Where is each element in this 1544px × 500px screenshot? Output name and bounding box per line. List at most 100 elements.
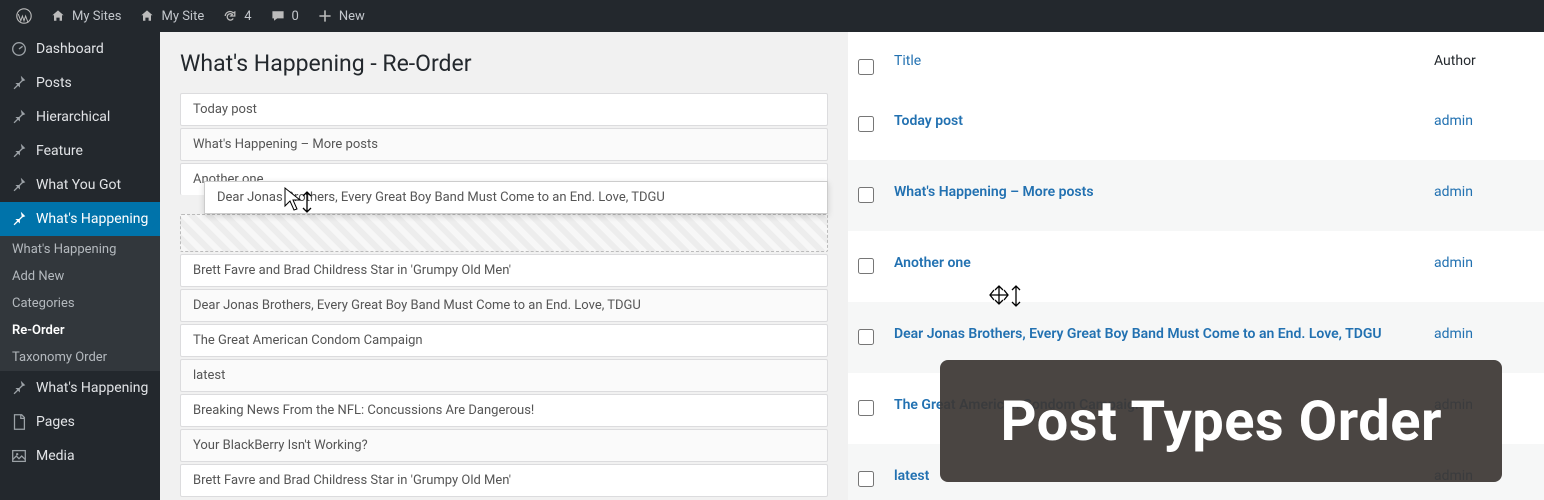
list-item[interactable]: Today post [180,93,828,126]
post-title-link[interactable]: Today post [894,113,963,129]
post-author-link[interactable]: admin [1434,113,1473,129]
pin-icon [10,379,28,397]
row-checkbox[interactable] [858,400,874,416]
pin-icon [10,176,28,194]
sidebar-item-label: What's Happening [12,242,116,257]
reorder-panel: What's Happening - Re-Order Today post W… [160,32,848,500]
sidebar-sub-taxonomyorder[interactable]: Taxonomy Order [0,344,160,371]
media-icon [10,447,28,465]
list-item[interactable]: Brett Favre and Brad Childress Star in '… [180,254,828,287]
new-label: New [339,9,365,24]
house-icon [139,8,155,24]
select-all-checkbox[interactable] [858,59,874,75]
row-checkbox[interactable] [858,329,874,345]
sidebar-item-whatyougot[interactable]: What You Got [0,168,160,202]
sidebar-item-label: Feature [36,143,83,159]
dashboard-icon [10,40,28,58]
my-sites-label: My Sites [72,9,121,24]
list-item-title: Your BlackBerry Isn't Working? [193,438,368,453]
comment-icon [270,8,286,24]
table-row[interactable]: Today post admin [848,89,1544,160]
my-sites-link[interactable]: My Sites [42,0,129,32]
comments-link[interactable]: 0 [262,0,307,32]
updates-link[interactable]: 4 [214,0,259,32]
list-item-title: Breaking News From the NFL: Concussions … [193,403,534,418]
pin-icon [10,210,28,228]
sidebar-item-pages[interactable]: Pages [0,405,160,439]
pin-icon [10,142,28,160]
sidebar-item-label: What's Happening [36,211,148,227]
banner-text: Post Types Order [1000,388,1442,454]
sidebar-sub-categories[interactable]: Categories [0,290,160,317]
column-label: Title [894,53,921,69]
column-author-header[interactable]: Author [1424,32,1544,89]
refresh-icon [222,8,238,24]
post-author-link[interactable]: admin [1434,326,1473,342]
banner-overlay: Post Types Order [940,360,1502,482]
list-item[interactable]: Brett Favre and Brad Childress Star in '… [180,464,828,497]
sidebar-item-label: What's Happening [36,380,148,396]
table-row[interactable]: What's Happening – More posts admin [848,160,1544,231]
post-author-link[interactable]: admin [1434,255,1473,271]
sidebar-item-whatshappening-2[interactable]: What's Happening [0,371,160,405]
plus-icon [317,8,333,24]
sidebar-sub-reorder[interactable]: Re-Order [0,317,160,344]
column-title-header[interactable]: Title [884,32,1424,89]
row-checkbox[interactable] [858,471,874,487]
list-item-title: latest [193,368,225,383]
admin-bar: My Sites My Site 4 0 New [0,0,1544,32]
wp-logo[interactable] [8,0,40,32]
post-title-link[interactable]: Dear Jonas Brothers, Every Great Boy Ban… [894,326,1382,342]
sidebar-item-label: Media [36,448,75,464]
my-site-link[interactable]: My Site [131,0,212,32]
sidebar-item-label: Taxonomy Order [12,350,107,365]
admin-sidebar: Dashboard Posts Hierarchical Feature Wha… [0,32,160,500]
sidebar-sub-addnew[interactable]: Add New [0,263,160,290]
post-title-link[interactable]: What's Happening – More posts [894,184,1094,200]
list-item[interactable]: Your BlackBerry Isn't Working? [180,429,828,462]
list-item[interactable]: latest [180,359,828,392]
post-author-link[interactable]: admin [1434,184,1473,200]
list-item[interactable]: What's Happening – More posts [180,128,828,161]
list-item[interactable]: The Great American Condom Campaign [180,324,828,357]
list-item-title: Dear Jonas Brothers, Every Great Boy Ban… [193,298,641,313]
sidebar-item-label: Dashboard [36,41,104,57]
table-row[interactable]: Another one admin [848,231,1544,302]
sidebar-item-dashboard[interactable]: Dashboard [0,32,160,66]
new-link[interactable]: New [309,0,373,32]
sidebar-submenu: What's Happening Add New Categories Re-O… [0,236,160,371]
updates-count: 4 [244,9,251,24]
sidebar-item-label: Re-Order [12,323,65,338]
sidebar-item-label: Posts [36,75,72,91]
list-item[interactable]: Breaking News From the NFL: Concussions … [180,394,828,427]
list-item-title: The Great American Condom Campaign [193,333,423,348]
page-title: What's Happening - Re-Order [180,50,828,77]
row-checkbox[interactable] [858,258,874,274]
list-item-title: Brett Favre and Brad Childress Star in '… [193,473,511,488]
my-site-label: My Site [161,9,204,24]
list-placeholder [180,214,828,252]
wordpress-icon [16,8,32,24]
sidebar-item-feature[interactable]: Feature [0,134,160,168]
page-icon [10,413,28,431]
sidebar-item-label: Add New [12,269,64,284]
list-item-title: Today post [193,102,257,117]
row-checkbox[interactable] [858,187,874,203]
sidebar-item-label: What You Got [36,177,121,193]
sidebar-item-media[interactable]: Media [0,439,160,473]
sidebar-item-label: Pages [36,414,75,430]
list-item-title: Brett Favre and Brad Childress Star in '… [193,263,511,278]
sidebar-item-label: Hierarchical [36,109,110,125]
sidebar-item-whatshappening[interactable]: What's Happening [0,202,160,236]
sidebar-item-hierarchical[interactable]: Hierarchical [0,100,160,134]
sidebar-sub-whatshappening[interactable]: What's Happening [0,236,160,263]
list-item-title: Dear Jonas Brothers, Every Great Boy Ban… [217,190,665,205]
sidebar-item-label: Categories [12,296,75,311]
sortable-list[interactable]: Today post What's Happening – More posts… [180,93,828,497]
post-title-link[interactable]: Another one [894,255,971,271]
sidebar-item-posts[interactable]: Posts [0,66,160,100]
list-item-dragging[interactable]: Dear Jonas Brothers, Every Great Boy Ban… [204,181,828,214]
post-title-link[interactable]: latest [894,468,929,484]
list-item[interactable]: Dear Jonas Brothers, Every Great Boy Ban… [180,289,828,322]
row-checkbox[interactable] [858,116,874,132]
